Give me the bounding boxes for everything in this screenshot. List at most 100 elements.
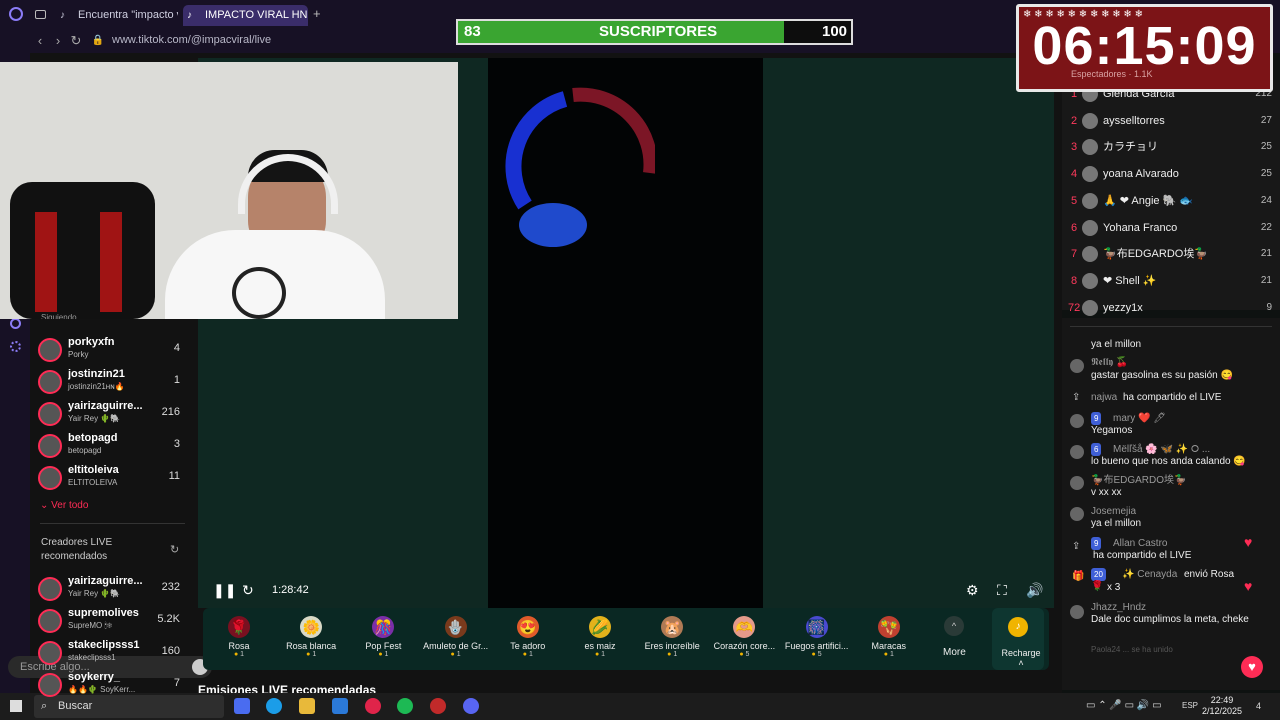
gift-icon: 🎆	[805, 616, 828, 638]
ranking-avatar	[1082, 219, 1098, 236]
chat-username[interactable]: 𝕹𝖊𝖑𝖑𝖞 🍒	[1091, 356, 1128, 369]
pause-icon[interactable]: ❚❚	[213, 582, 236, 599]
history-icon[interactable]	[10, 318, 21, 329]
gift-price-value: 1	[601, 651, 606, 658]
sidebar-creator[interactable]: yairizaguirre... Yair Rey 🌵🐘 216	[38, 400, 186, 432]
creator-viewers: 5.2K	[157, 613, 180, 625]
sidebar-creator[interactable]: porkyxfn Porky 4	[38, 336, 186, 368]
ranking-score: 25	[1260, 168, 1272, 180]
new-tab-button[interactable]: +	[313, 6, 321, 21]
reload-icon[interactable]: ↻	[68, 33, 84, 49]
ranking-score: 24	[1260, 194, 1272, 206]
reload-stream-icon[interactable]: ↻	[242, 582, 254, 599]
notification-badge[interactable]: 4	[1256, 701, 1261, 711]
game-icon[interactable]	[430, 698, 446, 714]
spotify-icon[interactable]	[397, 698, 413, 714]
fullscreen-icon[interactable]: ⛶	[997, 582, 1007, 599]
ranking-score: 22	[1260, 221, 1272, 233]
gift-item[interactable]: 🎊 Pop Fest ● 1	[347, 608, 419, 670]
creator-viewers: 4	[173, 342, 180, 354]
gift-price: ● 1	[420, 651, 492, 658]
recharge-button[interactable]: ♪ Recharge ˄	[992, 608, 1044, 670]
gift-item[interactable]: 🌼 Rosa blanca ● 1	[275, 608, 347, 670]
forward-icon[interactable]: ›	[50, 33, 66, 49]
tab-list-icon[interactable]	[35, 10, 46, 19]
gift-price-value: 1	[673, 651, 678, 658]
gift-item[interactable]: 🌹 Rosa ● 1	[203, 608, 275, 670]
sidebar-creator[interactable]: betopagd betopagd 3	[38, 432, 186, 464]
creator-viewers: 7	[173, 677, 180, 689]
ranking-row[interactable]: 2 aysselltorres 27	[1062, 108, 1280, 134]
like-button[interactable]: ♥	[1241, 656, 1263, 678]
browser-tab-search[interactable]: ♪ Encuentra "impacto viral"	[56, 5, 178, 26]
timer-viewers: Espectadores · 1.1K	[1071, 69, 1153, 79]
creator-viewers: 3	[173, 438, 180, 450]
gift-item[interactable]: 🐹 Eres increíble ● 1	[636, 608, 708, 670]
creator-avatar	[38, 402, 62, 426]
ranking-position: 72	[1068, 301, 1081, 314]
url-field[interactable]: www.tiktok.com/@impacviral/live	[112, 34, 271, 46]
ranking-name: Yohana Franco	[1103, 221, 1178, 234]
chat-username[interactable]: ✨ Cenayda	[1122, 568, 1177, 581]
refresh-icon[interactable]: ↻	[170, 543, 179, 556]
settings-gear-icon[interactable]: ⚙	[966, 582, 979, 599]
gift-price: ● 1	[853, 651, 925, 658]
file-explorer-icon[interactable]	[299, 698, 315, 714]
ranking-row[interactable]: 4 yoana Alvarado 25	[1062, 161, 1280, 187]
opera-gx-icon[interactable]	[365, 698, 381, 714]
windows-start-icon[interactable]	[10, 700, 22, 712]
creator-viewers: 216	[161, 406, 180, 418]
chat-username[interactable]: najwa	[1091, 391, 1117, 404]
gift-item[interactable]: 🪇 Maracas ● 1	[853, 608, 925, 670]
sidebar-creator[interactable]: stakeclipsss1 stakeclipsss1 160	[38, 639, 186, 671]
gift-item[interactable]: 🎆 Fuegos artifici... ● 5	[781, 608, 853, 670]
chat-message: ha compartido el LIVE	[1123, 392, 1222, 403]
taskbar-clock[interactable]: 22:49 2/12/2025	[1202, 695, 1242, 717]
ranking-row[interactable]: 8 ❤ Shell ✨ 21	[1062, 268, 1280, 294]
ranking-row[interactable]: 6 Yohana Franco 22	[1062, 215, 1280, 241]
chat-avatar	[1070, 476, 1084, 490]
windows-taskbar: ⌕ Buscar ▭ ⌃ 🎤 ▭ 🔊 ▭ ESP 22:49 2/12/2025 4	[0, 693, 1280, 720]
tray-icons[interactable]: ▭ ⌃ 🎤 ▭ 🔊 ▭	[1086, 700, 1162, 711]
ranking-score: 25	[1260, 141, 1272, 153]
following-heading: Siguiendo	[41, 313, 77, 319]
gift-item[interactable]: 😍 Te adoro ● 1	[492, 608, 564, 670]
ranking-avatar	[1082, 246, 1098, 263]
ranking-row[interactable]: 5 🙏 ❤ Angie 🐘 🐟 24	[1062, 188, 1280, 214]
ranking-row[interactable]: 72 yezzy1x 9	[1062, 295, 1280, 321]
ranking-position: 6	[1070, 221, 1078, 234]
edge-icon[interactable]	[266, 698, 282, 714]
sidebar-creator[interactable]: supremolives SupreMO 🕯❄ 5.2K	[38, 607, 186, 639]
ranking-row[interactable]: 3 カラチョリ 25	[1062, 134, 1280, 160]
creator-avatar	[38, 609, 62, 633]
more-gifts-button[interactable]: ^ More	[936, 616, 972, 662]
subscriber-count: 83	[464, 23, 481, 40]
sidebar-creator[interactable]: jostinzin21 jostinzin21ʜɴ🔥 1	[38, 368, 186, 400]
mail-icon[interactable]	[332, 698, 348, 714]
sidebar-creator[interactable]: soykerry_ 🔥🔥🌵 SoyKerr... 7	[38, 671, 186, 703]
gift-icon: 🎁	[1072, 571, 1085, 582]
discord-icon[interactable]	[463, 698, 479, 714]
ver-todo-link[interactable]: ⌄ Ver todo	[40, 500, 88, 511]
language-indicator[interactable]: ESP	[1182, 701, 1198, 710]
copilot-icon[interactable]	[234, 698, 250, 714]
sidebar-creator[interactable]: yairizaguirre... Yair Rey 🌵🐘 232	[38, 575, 186, 607]
gift-item[interactable]: 🌽 es maiz ● 1	[564, 608, 636, 670]
more-label: More	[943, 647, 966, 658]
settings-icon[interactable]	[10, 341, 21, 352]
creator-name: betopagd	[68, 432, 118, 444]
creator-name: soykerry_	[68, 671, 120, 683]
back-icon[interactable]: ‹	[32, 33, 48, 49]
sidebar-creator[interactable]: eltitoleiva ELTITOLEIVA 11	[38, 464, 186, 496]
browser-tab-live[interactable]: ♪ IMPACTO VIRAL HN (	[183, 5, 308, 26]
browser-logo-icon[interactable]	[9, 7, 23, 21]
gift-item[interactable]: 🪬 Amuleto de Gr... ● 1	[420, 608, 492, 670]
ranking-row[interactable]: 7 🦆布EDGARDO埃🦆 21	[1062, 241, 1280, 267]
gift-price-value: 1	[456, 651, 461, 658]
creator-subtitle: Yair Rey 🌵🐘	[68, 414, 121, 423]
gift-price-value: 1	[240, 651, 245, 658]
gift-price-value: 1	[384, 651, 389, 658]
volume-icon[interactable]: 🔊	[1026, 582, 1043, 599]
gift-item[interactable]: 🫶 Corazón core... ● 5	[708, 608, 780, 670]
live-chat: ya el millon 𝕹𝖊𝖑𝖑𝖞 🍒 gastar gasolina es …	[1062, 318, 1280, 690]
